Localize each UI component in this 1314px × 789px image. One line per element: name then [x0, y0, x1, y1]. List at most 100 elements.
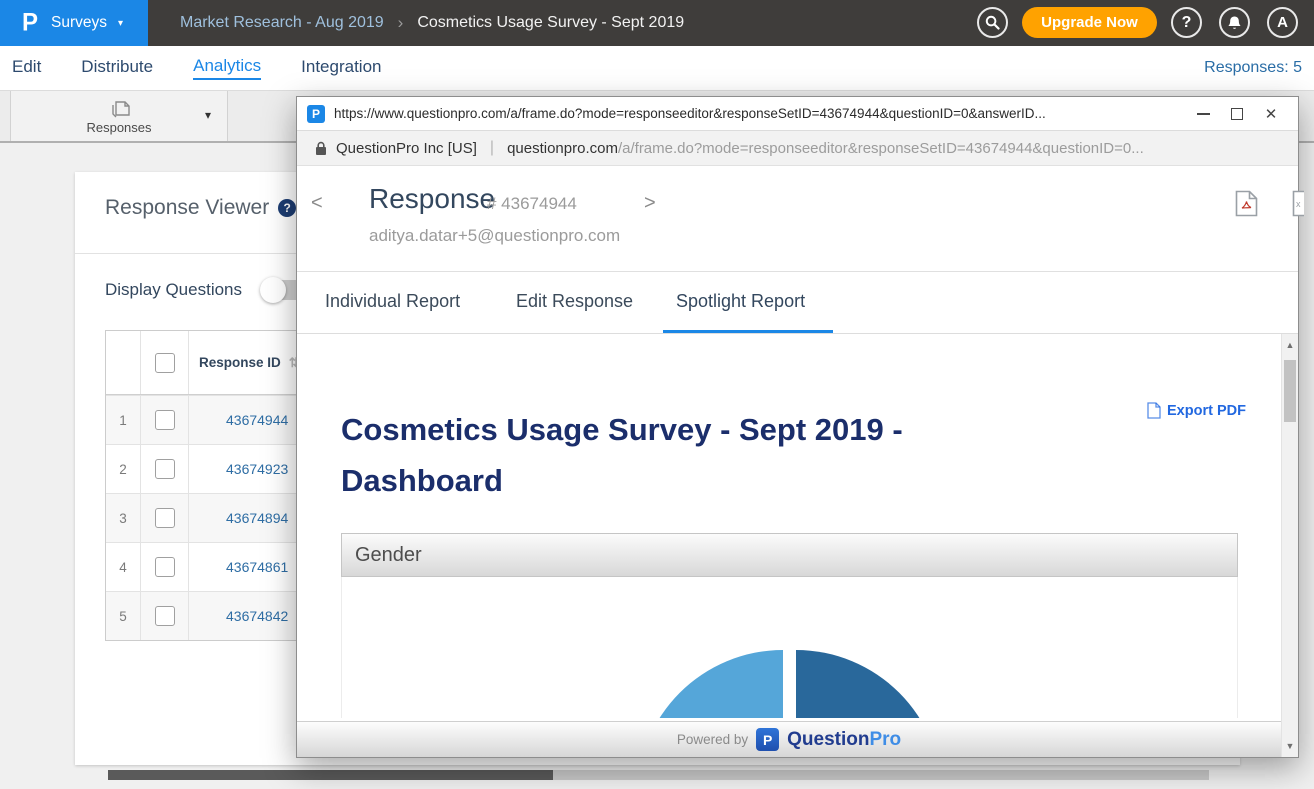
scroll-up-arrow[interactable]: ▲	[1282, 340, 1298, 350]
dashboard-title-line2: Dashboard	[341, 455, 1001, 506]
popup-address-bar[interactable]: QuestionPro Inc [US] | questionpro.com/a…	[297, 131, 1298, 166]
export-pdf-icon[interactable]	[1235, 190, 1258, 217]
surveys-menu[interactable]: P Surveys ▾	[0, 0, 148, 46]
svg-text:x: x	[1296, 199, 1301, 209]
pdf-file-icon	[1147, 402, 1161, 419]
brand-pro: Pro	[869, 729, 901, 750]
help-tooltip-icon[interactable]: ?	[278, 199, 296, 217]
lock-icon	[315, 141, 327, 156]
upgrade-now-label: Upgrade Now	[1041, 14, 1138, 31]
account-avatar[interactable]: A	[1267, 7, 1298, 38]
responses-dropdown-caret-icon[interactable]: ▾	[205, 108, 211, 122]
row-number: 2	[106, 445, 141, 493]
tab-edit[interactable]: Edit	[12, 57, 41, 79]
row-number: 4	[106, 543, 141, 591]
chevron-down-icon: ▾	[118, 18, 123, 29]
row-checkbox[interactable]	[155, 606, 175, 626]
response-editor-popup: P https://www.questionpro.com/a/frame.do…	[296, 96, 1299, 758]
gender-chart-area	[341, 577, 1238, 718]
response-header: < Response # 43674944 > aditya.datar+5@q…	[297, 166, 1298, 271]
brand-name[interactable]: QuestionPro	[787, 729, 901, 751]
breadcrumb: Market Research - Aug 2019 › Cosmetics U…	[180, 0, 684, 46]
responses-pages-icon	[108, 96, 134, 120]
report-tabs: Individual Report Edit Response Spotligh…	[297, 272, 1298, 333]
questionpro-logo-icon: P	[22, 10, 38, 35]
survey-nav-bar: Edit Distribute Analytics Integration Re…	[0, 46, 1314, 90]
row-checkbox[interactable]	[155, 557, 175, 577]
responses-tool-label: Responses	[11, 120, 227, 135]
breadcrumb-separator-icon: ›	[398, 13, 404, 33]
minimize-button[interactable]	[1186, 97, 1220, 131]
minimize-icon	[1197, 113, 1210, 115]
horizontal-scrollbar-thumb[interactable]	[108, 770, 553, 780]
tab-edit-response[interactable]: Edit Response	[516, 291, 633, 312]
responses-tool-button[interactable]: Responses ▾	[10, 91, 228, 141]
breadcrumb-folder[interactable]: Market Research - Aug 2019	[180, 14, 384, 32]
top-bar: P Surveys ▾ Market Research - Aug 2019 ›…	[0, 0, 1314, 46]
vertical-scrollbar-thumb[interactable]	[1284, 360, 1296, 422]
pie-slice-left	[637, 650, 783, 718]
popup-url: https://www.questionpro.com/a/frame.do?m…	[334, 106, 1186, 121]
tab-integration[interactable]: Integration	[301, 57, 381, 79]
horizontal-scrollbar[interactable]	[108, 770, 1209, 780]
select-all-checkbox[interactable]	[155, 353, 175, 373]
dashboard-title: Cosmetics Usage Survey - Sept 2019 - Das…	[341, 404, 1001, 506]
certificate-org[interactable]: QuestionPro Inc [US]	[336, 140, 477, 157]
popup-vertical-scrollbar[interactable]: ▲ ▼	[1281, 334, 1298, 757]
row-number: 3	[106, 494, 141, 542]
export-pdf-link[interactable]: Export PDF	[1147, 402, 1246, 419]
export-doc-icon[interactable]: x	[1292, 190, 1304, 217]
display-questions-label: Display Questions	[105, 280, 242, 300]
response-title: Response	[369, 183, 495, 215]
powered-by-footer: Powered by P QuestionPro	[297, 721, 1281, 757]
avatar-letter: A	[1277, 14, 1288, 31]
row-checkbox[interactable]	[155, 508, 175, 528]
row-number: 5	[106, 592, 141, 640]
previous-response-button[interactable]: <	[311, 192, 323, 215]
address-divider: |	[490, 139, 494, 157]
nav-items: Edit Distribute Analytics Integration	[12, 46, 381, 90]
export-pdf-label: Export PDF	[1167, 403, 1246, 419]
popup-title-bar[interactable]: P https://www.questionpro.com/a/frame.do…	[297, 97, 1298, 131]
tab-spotlight-report[interactable]: Spotlight Report	[676, 291, 805, 312]
report-scroll-area: Export PDF Cosmetics Usage Survey - Sept…	[297, 334, 1298, 757]
pie-slice-right	[796, 650, 942, 718]
toggle-knob	[260, 277, 286, 303]
help-icon: ?	[1182, 14, 1192, 32]
maximize-icon	[1231, 108, 1243, 120]
questionpro-favicon-icon: P	[307, 105, 325, 123]
search-icon	[985, 15, 1000, 30]
tab-analytics[interactable]: Analytics	[193, 56, 261, 80]
powered-by-label: Powered by	[677, 732, 748, 747]
respondent-email: aditya.datar+5@questionpro.com	[369, 226, 620, 246]
gender-panel: Gender	[341, 533, 1238, 718]
response-id-header[interactable]: Response ID	[199, 355, 281, 370]
breadcrumb-survey: Cosmetics Usage Survey - Sept 2019	[417, 14, 684, 32]
tab-distribute[interactable]: Distribute	[81, 57, 153, 79]
dashboard-title-line1: Cosmetics Usage Survey - Sept 2019 -	[341, 404, 1001, 455]
row-checkbox[interactable]	[155, 459, 175, 479]
close-button[interactable]: ✕	[1254, 97, 1288, 131]
response-number: # 43674944	[487, 194, 577, 214]
tab-individual-report[interactable]: Individual Report	[325, 291, 460, 312]
upgrade-now-button[interactable]: Upgrade Now	[1022, 7, 1157, 38]
bell-icon	[1227, 15, 1242, 31]
row-number-header	[106, 331, 141, 394]
gender-panel-title: Gender	[355, 544, 422, 567]
next-response-button[interactable]: >	[644, 192, 656, 215]
address-domain: questionpro.com	[507, 140, 618, 157]
notifications-button[interactable]	[1219, 7, 1250, 38]
responses-count: Responses: 5	[1204, 46, 1302, 90]
row-checkbox[interactable]	[155, 410, 175, 430]
gender-pie-chart	[637, 646, 937, 718]
brand-question: Question	[787, 729, 869, 750]
questionpro-footer-logo-icon: P	[756, 728, 779, 751]
scroll-down-arrow[interactable]: ▼	[1282, 741, 1298, 751]
address-path: /a/frame.do?mode=responseeditor&response…	[618, 140, 1144, 157]
row-number: 1	[106, 396, 141, 444]
surveys-label: Surveys	[51, 14, 107, 32]
page-title: Response Viewer ?	[105, 196, 296, 220]
maximize-button[interactable]	[1220, 97, 1254, 131]
help-button[interactable]: ?	[1171, 7, 1202, 38]
search-button[interactable]	[977, 7, 1008, 38]
